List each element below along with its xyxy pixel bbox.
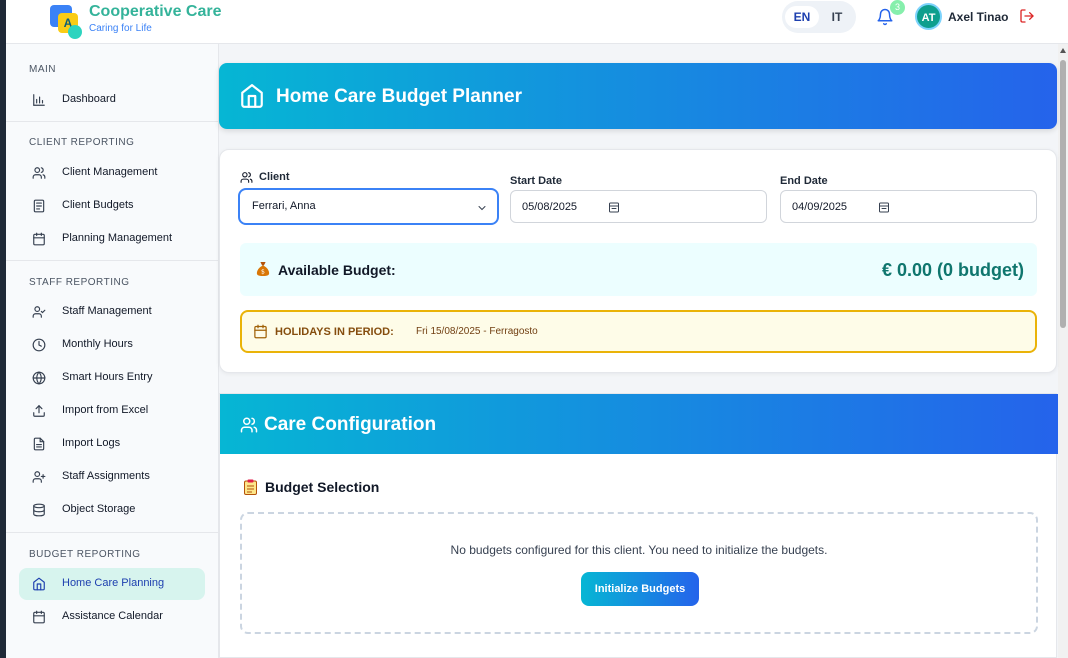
sidebar-item-label: Smart Hours Entry	[62, 371, 153, 383]
brand-logo[interactable]: A	[50, 3, 86, 39]
bar-chart-icon	[33, 94, 45, 106]
sidebar-item-client-management[interactable]: Client Management	[19, 157, 205, 189]
scroll-up-arrow[interactable]	[1060, 48, 1066, 53]
sidebar-item-label: Import Logs	[62, 437, 121, 449]
clock-icon	[32, 338, 46, 352]
end-date-value: 04/09/2025	[792, 201, 848, 213]
page-title: Home Care Budget Planner	[276, 86, 522, 107]
brand-tagline: Caring for Life	[89, 23, 152, 34]
user-check-icon	[32, 306, 46, 318]
filters-card: Client Ferrari, Anna Start Date 05/08/20…	[219, 149, 1057, 373]
sidebar-item-assistance-calendar[interactable]: Assistance Calendar	[19, 601, 205, 633]
user-plus-icon	[32, 471, 46, 483]
main-scrollbar[interactable]	[1058, 44, 1068, 658]
sidebar-divider	[6, 121, 218, 122]
sidebar-item-label: Client Management	[62, 166, 158, 178]
sidebar-item-label: Staff Management	[62, 305, 152, 317]
users-icon	[240, 417, 258, 433]
language-switcher: EN IT	[782, 1, 856, 33]
user-name[interactable]: Axel Tinao	[948, 10, 1008, 24]
sidebar-item-staff-assignments[interactable]: Staff Assignments	[19, 461, 205, 493]
money-bag-icon: $	[256, 262, 270, 276]
svg-text:$: $	[261, 268, 265, 275]
users-icon	[32, 167, 46, 179]
clipboard-icon	[244, 479, 257, 495]
sidebar: MAIN Dashboard CLIENT REPORTING Client M…	[6, 44, 219, 658]
lang-en-button[interactable]: EN	[785, 6, 819, 28]
start-date-label: Start Date	[510, 175, 562, 187]
sidebar-divider	[6, 260, 218, 261]
sidebar-item-label: Import from Excel	[62, 404, 149, 416]
sidebar-section-staff: STAFF REPORTING	[29, 277, 130, 288]
sidebar-item-import-excel[interactable]: Import from Excel	[19, 395, 205, 427]
calendar-icon	[254, 324, 267, 339]
sidebar-item-smart-hours-entry[interactable]: Smart Hours Entry	[19, 362, 205, 394]
upload-icon	[33, 404, 45, 417]
sidebar-item-home-care-planning[interactable]: Home Care Planning	[19, 568, 205, 600]
logout-icon[interactable]	[1019, 8, 1035, 24]
sidebar-item-label: Home Care Planning	[62, 577, 165, 589]
avatar[interactable]: AT	[915, 3, 942, 30]
sidebar-divider	[6, 532, 218, 533]
sidebar-item-monthly-hours[interactable]: Monthly Hours	[19, 329, 205, 361]
initialize-budgets-button[interactable]: Initialize Budgets	[581, 572, 699, 606]
holidays-label: HOLIDAYS IN PERIOD:	[275, 326, 394, 338]
start-date-input[interactable]: 05/08/2025	[510, 190, 767, 223]
calendar-icon[interactable]	[608, 201, 620, 213]
sidebar-item-planning-management[interactable]: Planning Management	[19, 223, 205, 255]
home-icon	[241, 84, 263, 108]
globe-icon	[32, 371, 46, 385]
database-icon	[33, 503, 45, 517]
end-date-label: End Date	[780, 175, 828, 187]
holidays-banner: HOLIDAYS IN PERIOD: Fri 15/08/2025 - Fer…	[240, 310, 1037, 353]
sidebar-item-staff-management[interactable]: Staff Management	[19, 296, 205, 328]
sidebar-item-object-storage[interactable]: Object Storage	[19, 494, 205, 526]
scroll-thumb[interactable]	[1060, 60, 1066, 328]
calendar-icon	[33, 232, 45, 246]
logo-dot	[68, 25, 82, 39]
client-label: Client	[259, 171, 290, 183]
users-icon	[240, 172, 253, 183]
available-budget-value: € 0.00 (0 budget)	[881, 260, 1024, 280]
care-configuration-header: Care Configuration	[220, 394, 1058, 454]
client-select[interactable]: Ferrari, Anna	[238, 188, 499, 225]
budget-selection-title: Budget Selection	[265, 479, 380, 495]
sidebar-item-label: Dashboard	[62, 93, 116, 105]
calendar-icon[interactable]	[878, 201, 890, 213]
end-date-input[interactable]: 04/09/2025	[780, 190, 1037, 223]
start-date-value: 05/08/2025	[522, 201, 578, 213]
chevron-down-icon	[478, 206, 486, 211]
available-budget-panel: $ Available Budget: € 0.00 (0 budget)	[240, 243, 1037, 296]
budget-empty-state: No budgets configured for this client. Y…	[240, 512, 1038, 634]
lang-it-button[interactable]: IT	[820, 6, 854, 28]
sidebar-item-label: Client Budgets	[62, 199, 134, 211]
sidebar-section-client: CLIENT REPORTING	[29, 137, 135, 148]
sidebar-item-import-logs[interactable]: Import Logs	[19, 428, 205, 460]
care-configuration-card: Care Configuration Budget Selection No b…	[219, 393, 1058, 658]
notification-badge: 3	[890, 0, 905, 15]
sidebar-item-label: Staff Assignments	[62, 470, 150, 482]
available-budget-label: Available Budget:	[278, 262, 396, 278]
top-header: A Cooperative Care Caring for Life EN IT…	[6, 0, 1068, 44]
home-icon	[33, 577, 45, 591]
sidebar-item-dashboard[interactable]: Dashboard	[19, 84, 205, 116]
page-header-banner: Home Care Budget Planner	[219, 63, 1057, 129]
sidebar-item-client-budgets[interactable]: Client Budgets	[19, 190, 205, 222]
care-configuration-title: Care Configuration	[264, 414, 437, 435]
brand-name: Cooperative Care	[89, 3, 222, 20]
sidebar-section-budget: BUDGET REPORTING	[29, 549, 141, 560]
client-select-value: Ferrari, Anna	[252, 200, 316, 212]
empty-state-message: No budgets configured for this client. Y…	[450, 543, 828, 557]
document-icon	[33, 199, 45, 213]
sidebar-item-label: Planning Management	[62, 232, 173, 244]
sidebar-item-label: Assistance Calendar	[62, 610, 163, 622]
calendar-icon	[33, 610, 45, 624]
holidays-value: Fri 15/08/2025 - Ferragosto	[416, 326, 538, 337]
file-text-icon	[33, 437, 45, 451]
sidebar-section-main: MAIN	[29, 64, 56, 75]
sidebar-item-label: Object Storage	[62, 503, 136, 515]
sidebar-item-label: Monthly Hours	[62, 338, 133, 350]
